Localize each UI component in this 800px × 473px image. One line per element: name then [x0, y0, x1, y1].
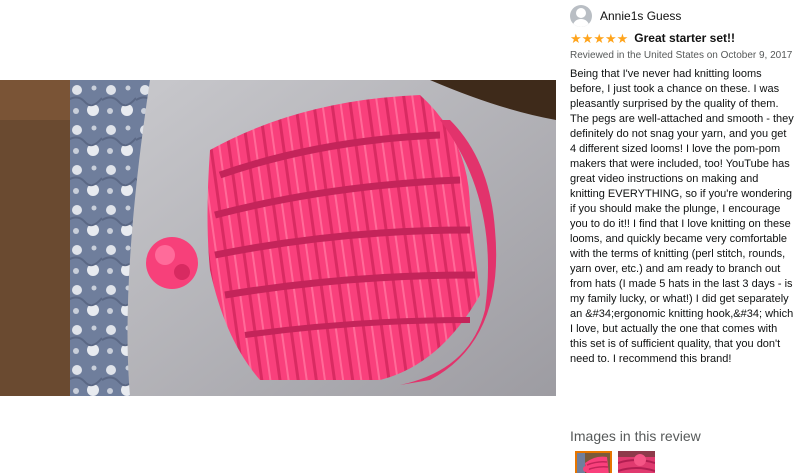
- star-icon: ★: [616, 30, 629, 46]
- review-body: Being that I've never had knitting looms…: [570, 68, 794, 365]
- rating-row: ★ ★ ★ ★ ★ Great starter set!!: [570, 31, 735, 45]
- knitted-hat-photo: [0, 80, 556, 396]
- star-icon: ★: [604, 30, 617, 46]
- hat-thumbnail-image: [618, 451, 655, 473]
- review-image-thumbnails: [575, 451, 661, 473]
- star-icon: ★: [581, 30, 594, 46]
- review-image-thumbnail[interactable]: [618, 451, 655, 473]
- image-viewer: [0, 0, 556, 473]
- review-date: Reviewed in the United States on October…: [570, 50, 793, 61]
- review-image-thumbnail[interactable]: [575, 451, 612, 473]
- review-photo[interactable]: [0, 80, 556, 396]
- star-icon: ★: [570, 30, 582, 46]
- hat-thumbnail-image: [577, 453, 610, 473]
- images-section-heading: Images in this review: [570, 428, 701, 444]
- reviewer-name[interactable]: Annie1s Guess: [600, 9, 681, 23]
- review-panel: Annie1s Guess ★ ★ ★ ★ ★ Great starter se…: [556, 0, 800, 473]
- reviewer-profile[interactable]: Annie1s Guess: [570, 4, 681, 28]
- star-rating: ★ ★ ★ ★ ★: [570, 32, 628, 45]
- star-icon: ★: [593, 30, 605, 46]
- avatar[interactable]: [570, 5, 592, 27]
- review-title[interactable]: Great starter set!!: [634, 31, 735, 45]
